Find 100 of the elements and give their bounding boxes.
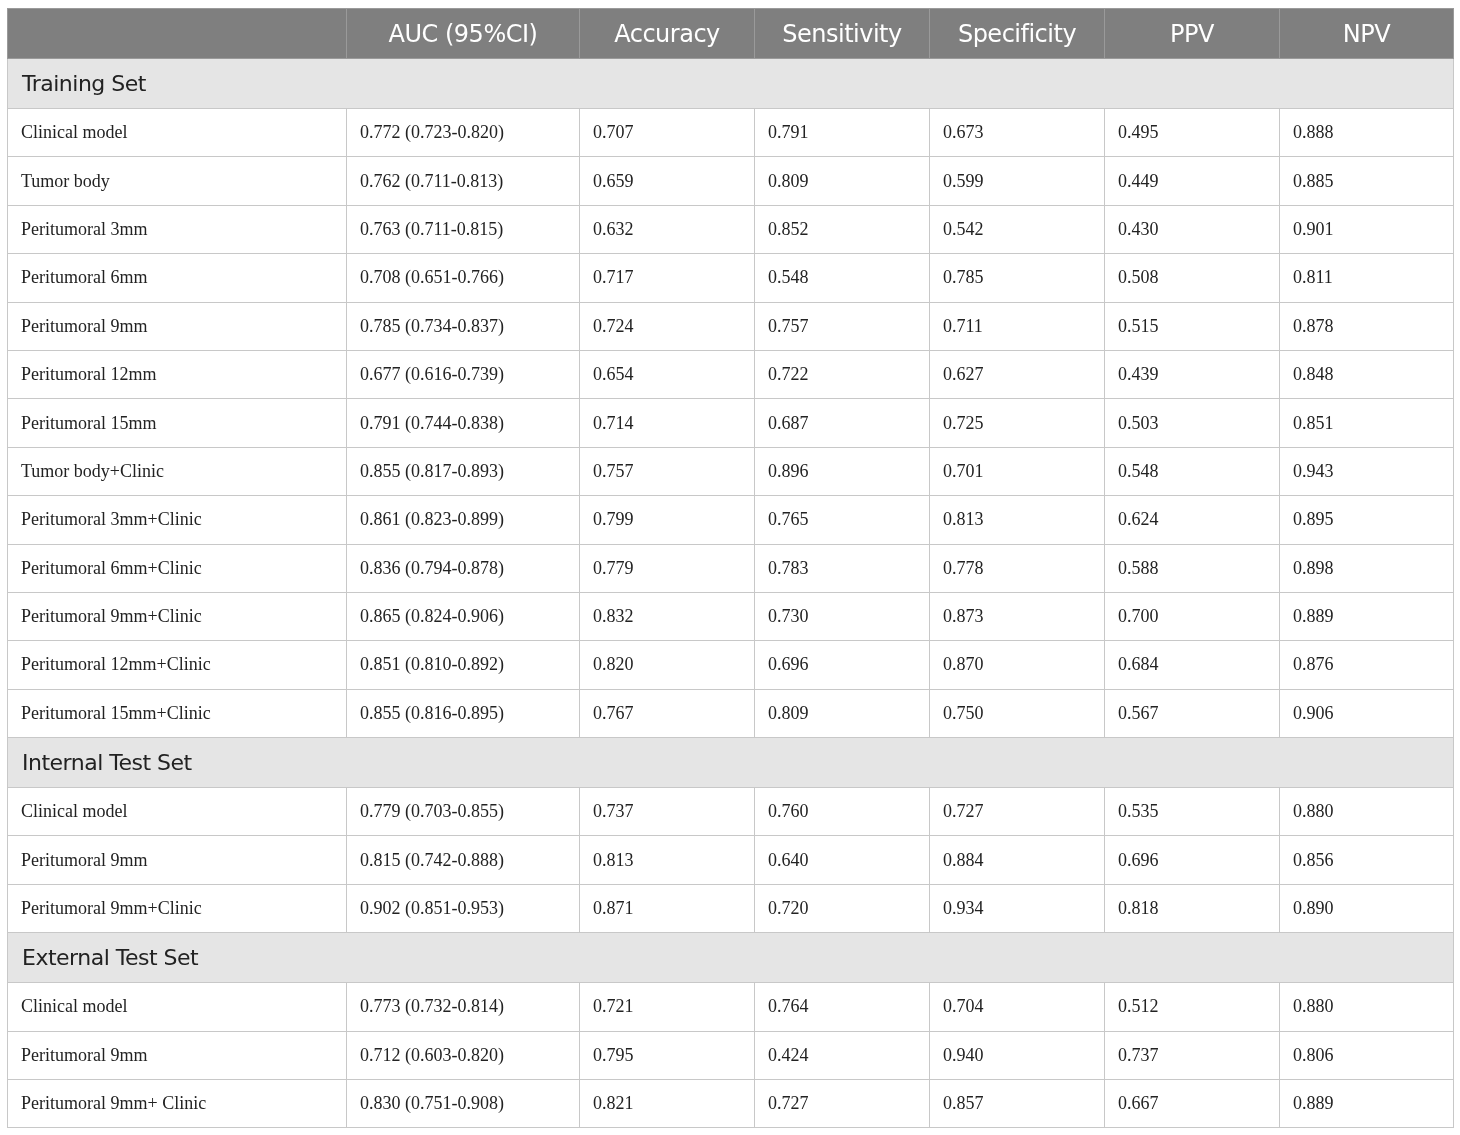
table-cell: Peritumoral 3mm+Clinic [7, 495, 347, 544]
section-heading: Training Set [7, 58, 1454, 109]
table-cell: 0.890 [1279, 884, 1454, 933]
table-cell: 0.508 [1104, 253, 1280, 303]
table-cell: 0.567 [1104, 689, 1280, 738]
table-cell: 0.772 (0.723-0.820) [346, 108, 580, 157]
table-cell: 0.809 [754, 156, 930, 206]
table-cell: 0.767 [579, 689, 755, 738]
table-cell: 0.627 [929, 350, 1105, 399]
table-cell: 0.760 [754, 787, 930, 836]
table-cell: 0.906 [1279, 689, 1454, 738]
table-cell: 0.785 [929, 253, 1105, 303]
table-cell: 0.725 [929, 398, 1105, 448]
table-cell: 0.696 [754, 640, 930, 690]
table-cell: 0.757 [579, 447, 755, 496]
table-cell: 0.830 (0.751-0.908) [346, 1079, 580, 1128]
table-cell: 0.684 [1104, 640, 1280, 690]
table-cell: 0.855 (0.816-0.895) [346, 689, 580, 738]
table-cell: Peritumoral 9mm [7, 835, 347, 885]
table-cell: 0.791 (0.744-0.838) [346, 398, 580, 448]
section-heading: Internal Test Set [7, 737, 1454, 788]
table-cell: 0.701 [929, 447, 1105, 496]
table-cell: 0.889 [1279, 592, 1454, 641]
table-cell: 0.940 [929, 1031, 1105, 1080]
table-cell: 0.430 [1104, 205, 1280, 254]
table-cell: Tumor body+Clinic [7, 447, 347, 496]
table-cell: Peritumoral 3mm [7, 205, 347, 254]
table-cell: 0.857 [929, 1079, 1105, 1128]
table-cell: Peritumoral 15mm [7, 398, 347, 448]
table-cell: 0.818 [1104, 884, 1280, 933]
table-cell: 0.730 [754, 592, 930, 641]
table-cell: 0.934 [929, 884, 1105, 933]
table-cell: 0.548 [754, 253, 930, 303]
table-cell: Peritumoral 12mm+Clinic [7, 640, 347, 690]
table-cell: 0.712 (0.603-0.820) [346, 1031, 580, 1080]
table-cell: 0.588 [1104, 544, 1280, 593]
table-cell: 0.896 [754, 447, 930, 496]
table-cell: 0.707 [579, 108, 755, 157]
column-header: Specificity [929, 8, 1105, 59]
table-cell: 0.880 [1279, 787, 1454, 836]
table-cell: 0.762 (0.711-0.813) [346, 156, 580, 206]
table-cell: 0.901 [1279, 205, 1454, 254]
table-cell: 0.548 [1104, 447, 1280, 496]
table-cell: 0.535 [1104, 787, 1280, 836]
table-cell: 0.851 (0.810-0.892) [346, 640, 580, 690]
table-cell: 0.878 [1279, 302, 1454, 351]
table-cell: 0.851 [1279, 398, 1454, 448]
table-cell: 0.852 [754, 205, 930, 254]
table-cell: 0.673 [929, 108, 1105, 157]
table-cell: Peritumoral 9mm [7, 1031, 347, 1080]
table-cell: 0.750 [929, 689, 1105, 738]
table-cell: 0.763 (0.711-0.815) [346, 205, 580, 254]
table-cell: 0.737 [579, 787, 755, 836]
table-cell: 0.809 [754, 689, 930, 738]
table-cell: 0.861 (0.823-0.899) [346, 495, 580, 544]
table-cell: 0.779 (0.703-0.855) [346, 787, 580, 836]
table-cell: 0.757 [754, 302, 930, 351]
table-cell: 0.717 [579, 253, 755, 303]
table-cell: 0.720 [754, 884, 930, 933]
table-cell: 0.832 [579, 592, 755, 641]
table-cell: 0.889 [1279, 1079, 1454, 1128]
table-cell: 0.820 [579, 640, 755, 690]
table-cell: 0.722 [754, 350, 930, 399]
table-cell: 0.512 [1104, 982, 1280, 1032]
table-cell: 0.884 [929, 835, 1105, 885]
table-cell: 0.902 (0.851-0.953) [346, 884, 580, 933]
table-cell: 0.813 [929, 495, 1105, 544]
table-cell: 0.778 [929, 544, 1105, 593]
table-cell: 0.640 [754, 835, 930, 885]
table-cell: 0.727 [929, 787, 1105, 836]
table-cell: 0.848 [1279, 350, 1454, 399]
table-cell: 0.773 (0.732-0.814) [346, 982, 580, 1032]
table-cell: 0.895 [1279, 495, 1454, 544]
table-cell: 0.727 [754, 1079, 930, 1128]
table-cell: 0.542 [929, 205, 1105, 254]
table-cell: Tumor body [7, 156, 347, 206]
table-cell: Peritumoral 12mm [7, 350, 347, 399]
table-cell: 0.898 [1279, 544, 1454, 593]
column-header: Sensitivity [754, 8, 930, 59]
table-cell: 0.449 [1104, 156, 1280, 206]
table-cell: 0.439 [1104, 350, 1280, 399]
table-cell: 0.888 [1279, 108, 1454, 157]
table-cell: 0.865 (0.824-0.906) [346, 592, 580, 641]
table-cell: 0.667 [1104, 1079, 1280, 1128]
table-cell: 0.724 [579, 302, 755, 351]
column-header: PPV [1104, 8, 1280, 59]
column-header: AUC (95%CI) [346, 8, 580, 59]
table-cell: Peritumoral 9mm+Clinic [7, 592, 347, 641]
table-cell: 0.764 [754, 982, 930, 1032]
table-cell: Clinical model [7, 787, 347, 836]
table-cell: 0.714 [579, 398, 755, 448]
table-cell: 0.783 [754, 544, 930, 593]
table-cell: 0.424 [754, 1031, 930, 1080]
table-cell: 0.943 [1279, 447, 1454, 496]
table-cell: 0.659 [579, 156, 755, 206]
section-heading: External Test Set [7, 932, 1454, 983]
table-cell: 0.870 [929, 640, 1105, 690]
table-cell: 0.873 [929, 592, 1105, 641]
table-cell: Peritumoral 9mm [7, 302, 347, 351]
table-cell: 0.855 (0.817-0.893) [346, 447, 580, 496]
